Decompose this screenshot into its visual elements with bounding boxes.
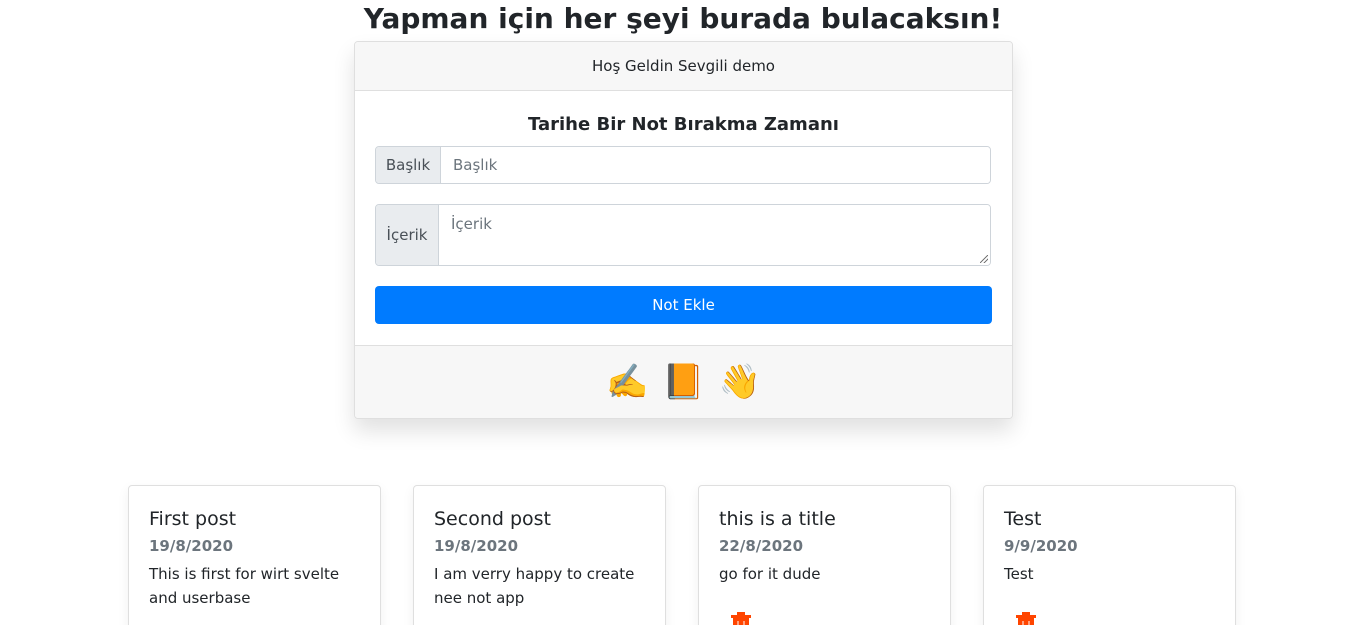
welcome-header: Hoş Geldin Sevgili demo (355, 42, 1012, 91)
post-date: 19/8/2020 (434, 537, 519, 555)
page-title: Yapman için her şeyi burada bulacaksın! (363, 2, 1003, 35)
delete-trash-icon[interactable] (1016, 612, 1036, 625)
emoji-footer: ✍️ 📙 👋 (355, 345, 1012, 418)
post-title: Second post (434, 508, 551, 530)
post-date: 19/8/2020 (149, 537, 234, 555)
add-note-button[interactable]: Not Ekle (375, 286, 992, 324)
title-input[interactable] (441, 147, 990, 183)
post-content: Test (1004, 565, 1034, 583)
waving-hand-emoji-icon: 👋 (718, 362, 762, 402)
welcome-text: Hoş Geldin Sevgili demo (592, 57, 775, 75)
page: Yapman için her şeyi burada bulacaksın! … (0, 0, 1366, 625)
post-title: First post (149, 508, 237, 530)
post-title: Test (1004, 508, 1042, 530)
post-card: Test 9/9/2020 Test (983, 485, 1236, 625)
writing-hand-emoji-icon: ✍️ (605, 362, 649, 402)
post-content: I am verry happy to create nee not app (434, 565, 635, 607)
form-title: Tarihe Bir Not Bırakma Zamanı (528, 114, 839, 135)
title-input-group: Başlık (375, 146, 991, 184)
content-input-group: İçerik (375, 204, 991, 266)
post-date: 22/8/2020 (719, 537, 804, 555)
post-content: go for it dude (719, 565, 821, 583)
note-form: Tarihe Bir Not Bırakma Zamanı Başlık İçe… (355, 91, 1012, 345)
delete-trash-icon[interactable] (731, 612, 751, 625)
post-card: First post 19/8/2020 This is first for w… (128, 485, 381, 625)
post-card: Second post 19/8/2020 I am verry happy t… (413, 485, 666, 625)
note-form-card: Hoş Geldin Sevgili demo Tarihe Bir Not B… (354, 41, 1013, 419)
post-date: 9/9/2020 (1004, 537, 1078, 555)
content-textarea[interactable] (439, 205, 990, 265)
post-content: This is first for wirt svelte and userba… (149, 565, 340, 607)
post-card: this is a title 22/8/2020 go for it dude (698, 485, 951, 625)
resize-handle[interactable] (980, 255, 988, 263)
post-title: this is a title (719, 508, 836, 530)
content-field-label: İçerik (376, 205, 439, 265)
book-emoji-icon: 📙 (662, 362, 705, 402)
title-field-label: Başlık (376, 147, 441, 183)
